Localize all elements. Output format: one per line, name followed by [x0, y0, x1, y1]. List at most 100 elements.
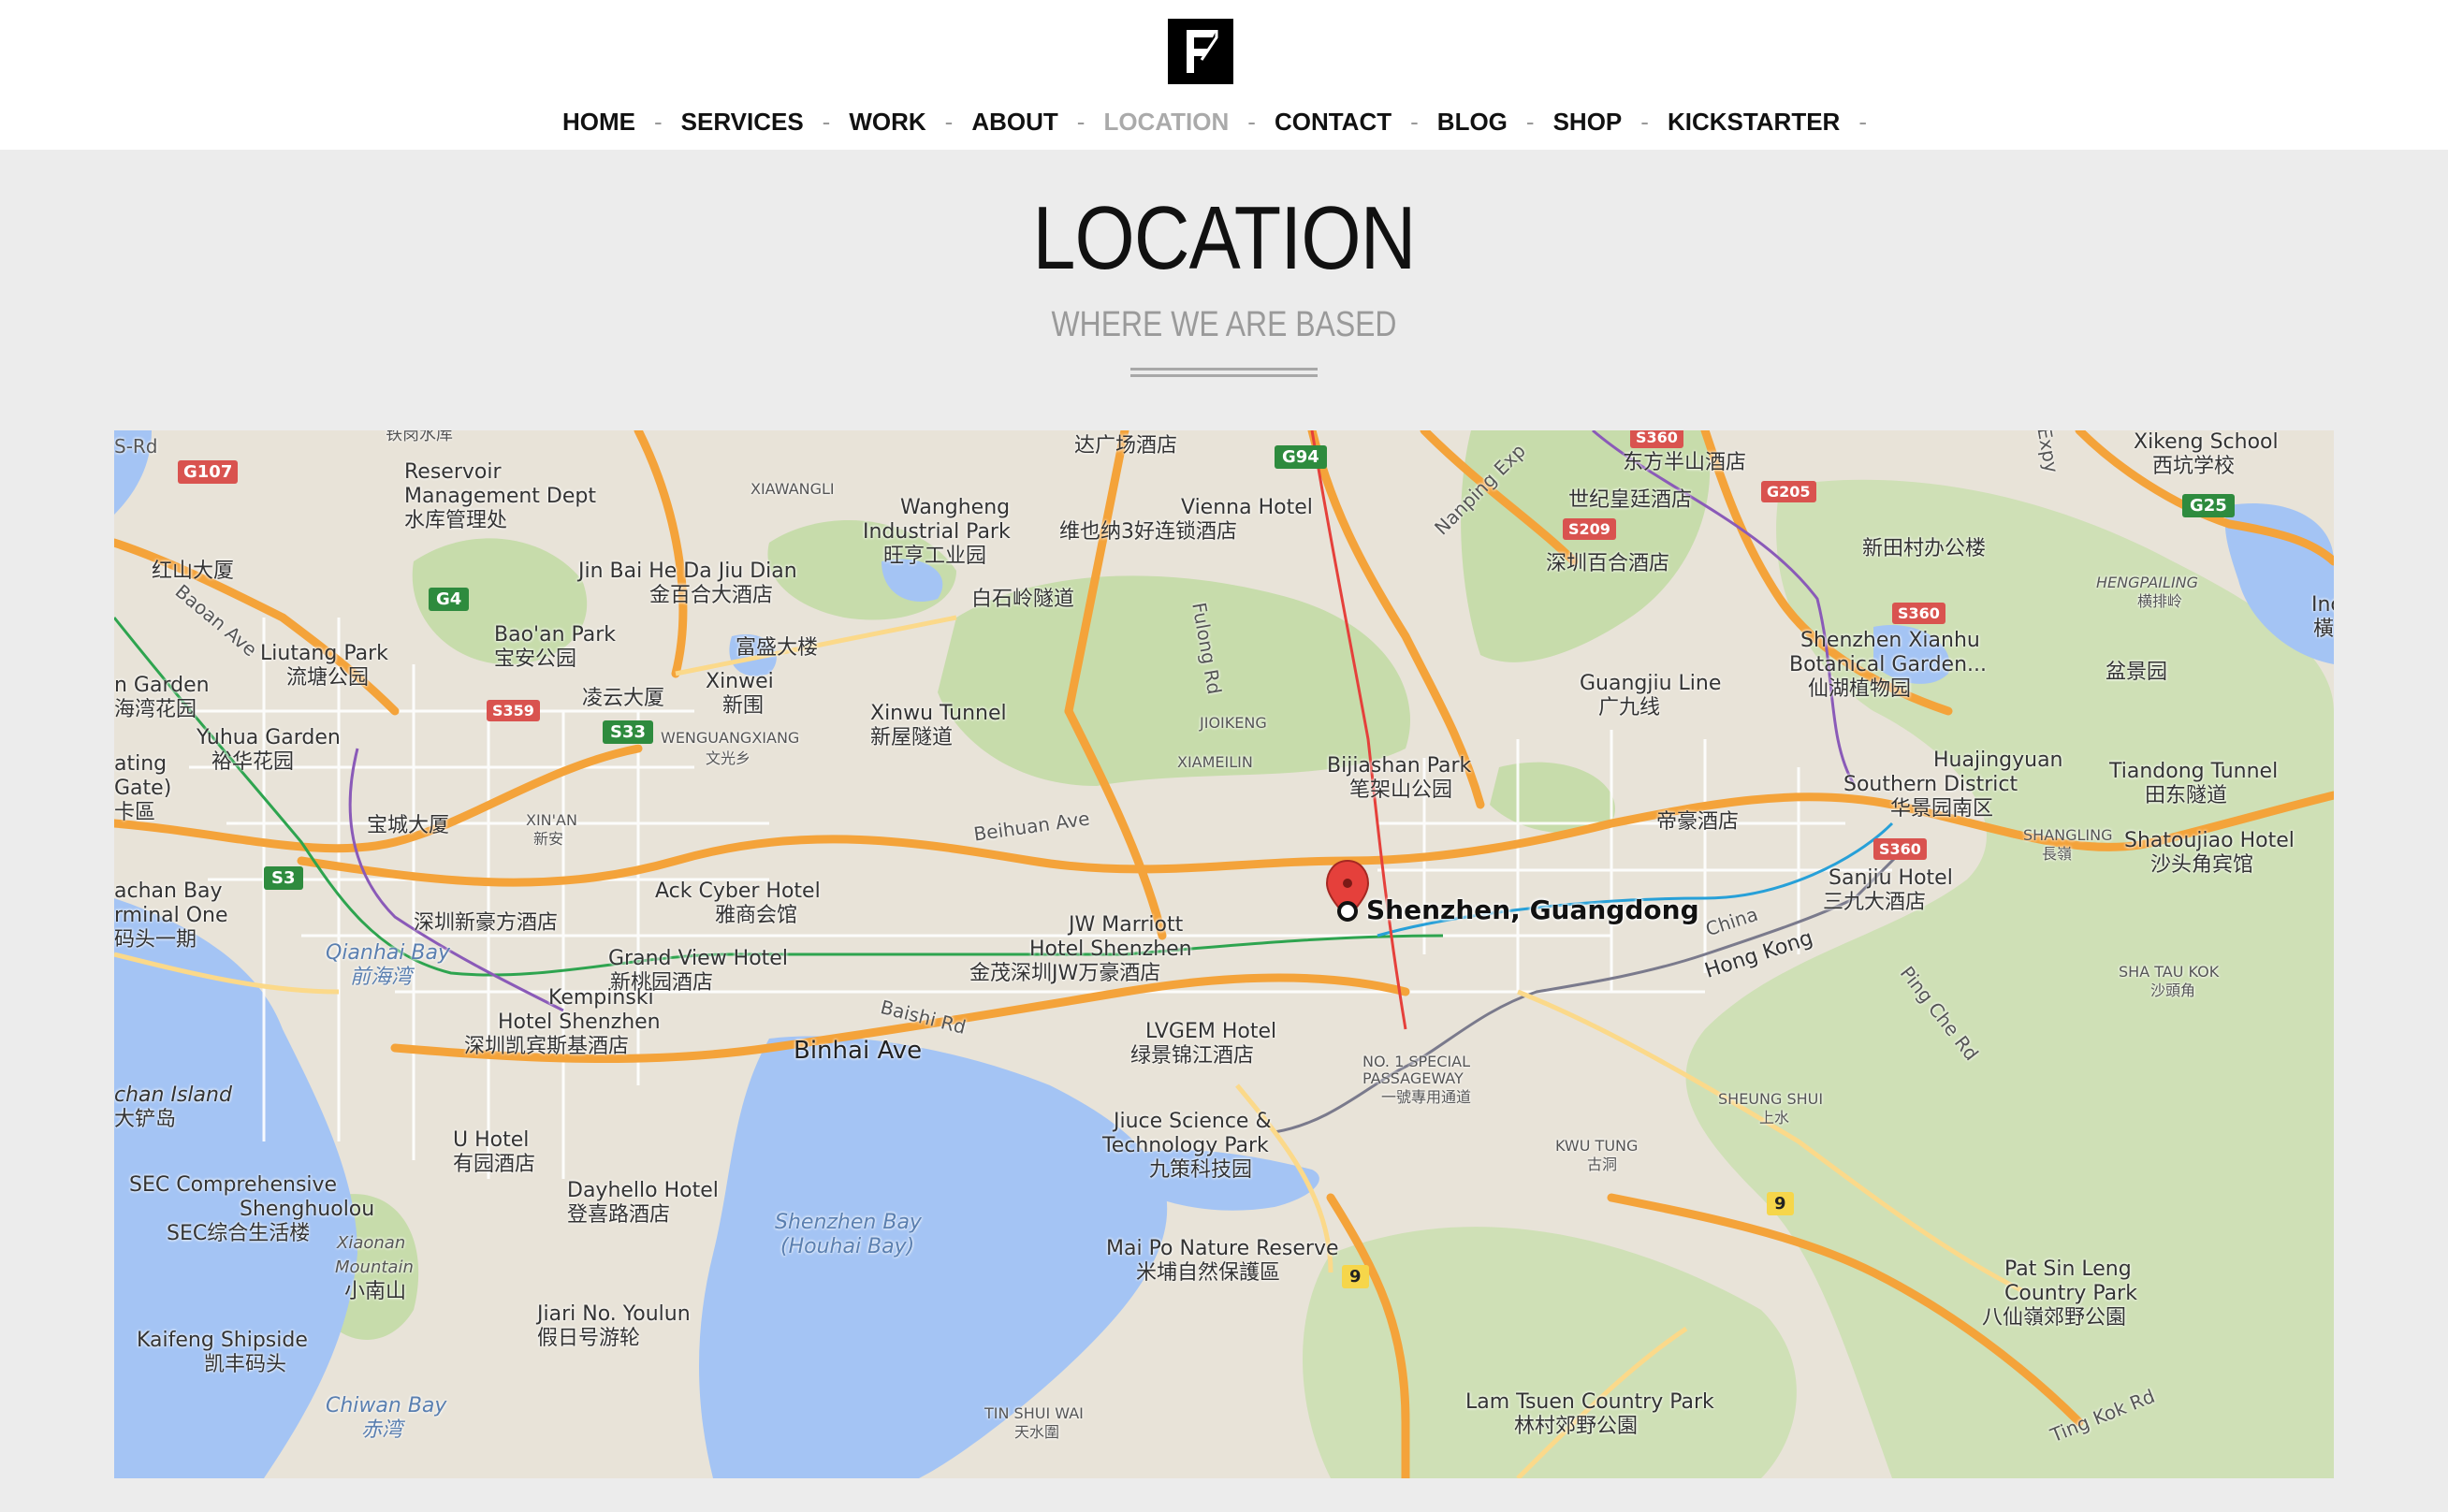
map-label: Dayhello Hotel [567, 1179, 719, 1202]
main-nav: HOME - SERVICES - WORK - ABOUT - LOCATION - CONTAC… [0, 103, 2448, 140]
map-label: JW Marriott [1069, 913, 1184, 937]
nav-separator: - [1640, 108, 1649, 136]
map-label: 深圳百合酒店 [1546, 552, 1670, 575]
map-label: Jiuce Science & [1114, 1110, 1272, 1133]
page-title: LOCATION [1032, 188, 1416, 288]
map-label: Management Dept [404, 485, 596, 508]
shield-s360-low: S360 [1873, 838, 1927, 860]
map-label: Wangheng [900, 496, 1011, 519]
map-label: 赤湾 [361, 1418, 403, 1442]
map-label: 一號專用通道 [1381, 1088, 1472, 1106]
map-label: 帝豪酒店 [1656, 810, 1740, 834]
nav-separator: - [1410, 108, 1419, 136]
map-label: Inc [2311, 593, 2334, 617]
map-label: Grand View Hotel [608, 947, 788, 970]
map-label: 新田村办公楼 [1862, 537, 1987, 560]
nav-contact[interactable]: CONTACT [1275, 103, 1392, 140]
nav-location[interactable]: LOCATION [1103, 103, 1229, 140]
map-label: 凯丰码头 [204, 1353, 287, 1376]
map-label: 宝城大厦 [367, 814, 450, 837]
map-label: 华景园南区 [1890, 797, 1994, 821]
map-label: 大铲岛 [114, 1108, 177, 1131]
map-label: Shenzhen Xianhu [1800, 629, 1980, 652]
site-logo[interactable] [1168, 19, 1233, 84]
map-label: 流塘公园 [286, 666, 370, 690]
map-label: Kempinski [548, 986, 654, 1010]
map-label: 东方半山酒店 [1623, 451, 1747, 474]
map-label: Guangjiu Line [1580, 672, 1722, 695]
map-label: Gate) [114, 777, 172, 800]
shield-g107: G107 [178, 460, 239, 484]
map-label: Xinwu Tunnel [870, 702, 1007, 725]
shield-g4: G4 [429, 588, 470, 611]
map-label: Southern District [1843, 773, 2018, 796]
map-label: 文光乡 [706, 749, 751, 767]
nav-separator: - [1076, 108, 1086, 136]
map-label: 笔架山公园 [1349, 778, 1453, 802]
map-label: 有园酒店 [453, 1153, 536, 1176]
map-label: U Hotel [453, 1128, 530, 1152]
map-label: 铁岗水库 [386, 430, 453, 444]
map-label: Binhai Ave [794, 1037, 923, 1065]
map-label: Country Park [2004, 1282, 2137, 1305]
nav-separator: - [1525, 108, 1535, 136]
nav-kickstarter[interactable]: KICKSTARTER [1668, 103, 1840, 140]
map-label: Shenghuolou [240, 1198, 375, 1221]
shield-s3: S3 [264, 866, 303, 890]
map-label: chan Island [114, 1083, 232, 1107]
map-label: 新围 [722, 694, 765, 718]
map-label: 宝安公园 [494, 647, 577, 671]
map-label: ating [114, 752, 168, 776]
map-label: 深圳新豪方酒店 [414, 911, 559, 935]
map-label: 天水圍 [1014, 1423, 1060, 1441]
map-label: 裕华花园 [211, 750, 295, 774]
nav-blog[interactable]: BLOG [1437, 103, 1508, 140]
nav-home[interactable]: HOME [562, 103, 635, 140]
map-label: 仙湖植物园 [1808, 677, 1912, 701]
map-label: Shatoujiao Hotel [2124, 829, 2295, 852]
map-label: 白石岭隧道 [971, 588, 1075, 611]
map-label: 盆景园 [2106, 661, 2168, 684]
map-label: 金百合大酒店 [649, 584, 774, 607]
nav-separator: - [1247, 108, 1256, 136]
map-label: Bao'an Park [494, 623, 617, 647]
map-label: Mountain [335, 1258, 414, 1277]
map-label: Pat Sin Leng [2004, 1258, 2132, 1281]
nav-shop[interactable]: SHOP [1553, 103, 1623, 140]
map-label: 前海湾 [350, 966, 413, 989]
map-label: 深圳凯宾斯基酒店 [464, 1035, 630, 1058]
nav-separator: - [653, 108, 663, 136]
map-label: 达广场酒店 [1074, 434, 1178, 458]
map-label: Xiaonan [337, 1233, 406, 1253]
location-map[interactable]: G107 G4 S359 S33 S3 G94 S360 G205 S209 G… [114, 430, 2334, 1478]
logo-f-icon [1168, 19, 1233, 84]
map-label: Chiwan Bay [326, 1394, 447, 1418]
map-label: 九策科技园 [1149, 1158, 1253, 1182]
shield-g205: G205 [1761, 481, 1816, 502]
map-label: Xikeng School [2134, 430, 2279, 454]
map-label: 登喜路酒店 [567, 1203, 671, 1227]
shield-route-9-west: 9 [1342, 1265, 1369, 1288]
map-label: 卡區 [114, 801, 156, 824]
map-label: Huajingyuan [1933, 749, 2063, 772]
shield-route-9-east: 9 [1767, 1192, 1794, 1215]
map-label: Ack Cyber Hotel [655, 880, 821, 903]
map-label: Jiari No. Youlun [537, 1302, 691, 1326]
map-label: 橫 [2313, 618, 2334, 641]
map-label: Hotel Shenzhen [498, 1010, 661, 1034]
nav-about[interactable]: ABOUT [971, 103, 1057, 140]
map-marker-label: Shenzhen, Guangdong [1366, 894, 1699, 925]
map-label: 林村郊野公園 [1514, 1415, 1639, 1438]
nav-services[interactable]: SERVICES [681, 103, 804, 140]
map-label: Lam Tsuen Country Park [1465, 1390, 1714, 1414]
page-subtitle: WHERE WE ARE BASED [1051, 305, 1397, 344]
map-label: 码头一期 [114, 928, 197, 952]
map-label: 金茂深圳JW万豪酒店 [969, 962, 1161, 985]
map-label: Kaifeng Shipside [137, 1329, 308, 1352]
map-label: 广九线 [1598, 696, 1661, 720]
map-label: Yuhua Garden [197, 726, 341, 749]
map-label: Reservoir [404, 460, 502, 484]
nav-work[interactable]: WORK [849, 103, 925, 140]
shield-g94: G94 [1275, 445, 1327, 469]
map-label: S-Rd [114, 435, 158, 458]
